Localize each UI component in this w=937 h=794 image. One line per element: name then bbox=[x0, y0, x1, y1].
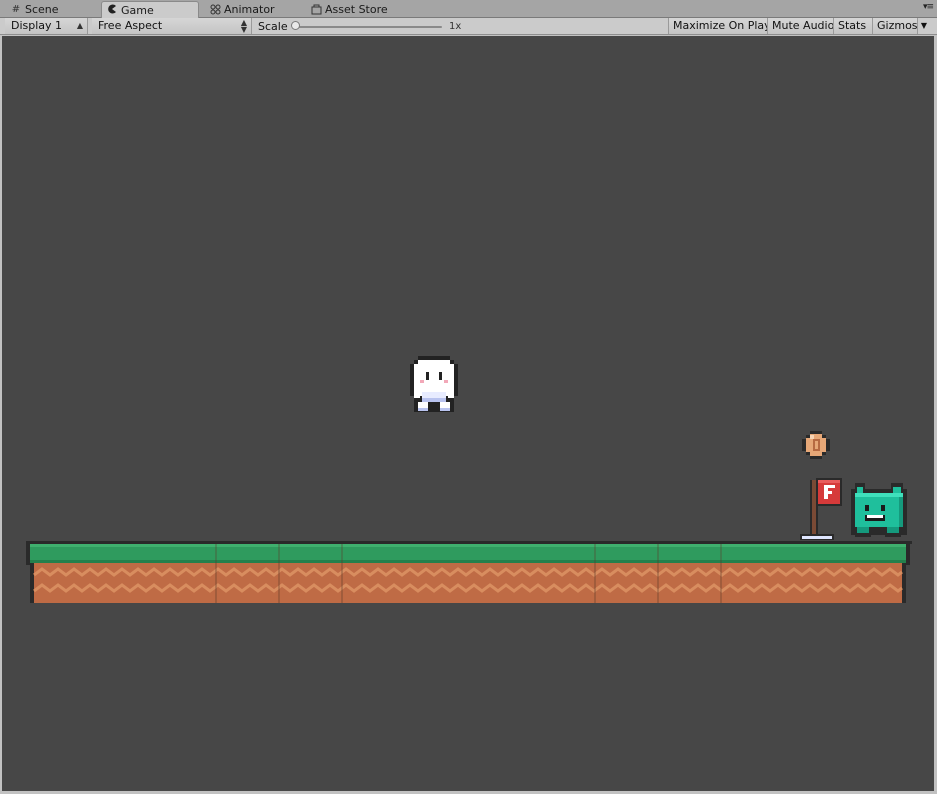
game-view[interactable] bbox=[2, 36, 934, 791]
gizmos-dropdown-arrow-icon[interactable]: ▼ bbox=[917, 18, 930, 34]
tab-asset-store[interactable]: Asset Store bbox=[306, 1, 414, 18]
goal-flag bbox=[800, 478, 842, 540]
tab-animator-label: Animator bbox=[224, 3, 275, 16]
display-dropdown-value: Display 1 bbox=[11, 19, 63, 32]
editor-tab-strip: # Scene Game Animator Asset Store ▾≡ bbox=[0, 0, 937, 18]
pacman-icon bbox=[106, 4, 118, 16]
scale-slider-thumb[interactable] bbox=[291, 21, 300, 30]
tab-scene-label: Scene bbox=[25, 3, 59, 16]
tab-menu-icon[interactable]: ▾≡ bbox=[923, 2, 934, 12]
stats-button[interactable]: Stats bbox=[833, 18, 872, 34]
player-character bbox=[410, 356, 458, 412]
aspect-dropdown[interactable]: Free Aspect ▲ ▼ bbox=[92, 18, 252, 34]
tab-scene[interactable]: # Scene bbox=[6, 1, 98, 18]
maximize-on-play-button[interactable]: Maximize On Play bbox=[668, 18, 771, 34]
tab-asset-store-label: Asset Store bbox=[325, 3, 388, 16]
ground-platform bbox=[26, 541, 912, 603]
animator-icon bbox=[209, 4, 221, 16]
aspect-dropdown-value: Free Aspect bbox=[98, 19, 163, 32]
tab-game[interactable]: Game bbox=[101, 1, 199, 18]
store-icon bbox=[310, 4, 322, 16]
display-dropdown[interactable]: Display 1 ▲ bbox=[5, 18, 88, 34]
grid-icon: # bbox=[11, 3, 21, 15]
game-toolbar: Display 1 ▲ Free Aspect ▲ ▼ Scale 1x Maxi… bbox=[0, 18, 937, 35]
dropdown-arrow-icon: ▲ ▼ bbox=[240, 18, 247, 34]
dropdown-arrow-icon: ▲ bbox=[76, 21, 83, 30]
scale-slider-track[interactable] bbox=[296, 26, 442, 28]
scale-value: 1x bbox=[449, 21, 462, 32]
gizmos-button[interactable]: Gizmos bbox=[872, 18, 918, 34]
coin-pickup bbox=[802, 431, 830, 459]
enemy-slime bbox=[851, 483, 907, 537]
tab-animator[interactable]: Animator bbox=[205, 1, 303, 18]
tab-game-label: Game bbox=[121, 3, 154, 17]
scale-label: Scale bbox=[258, 20, 288, 33]
mute-audio-button[interactable]: Mute Audio bbox=[767, 18, 834, 34]
